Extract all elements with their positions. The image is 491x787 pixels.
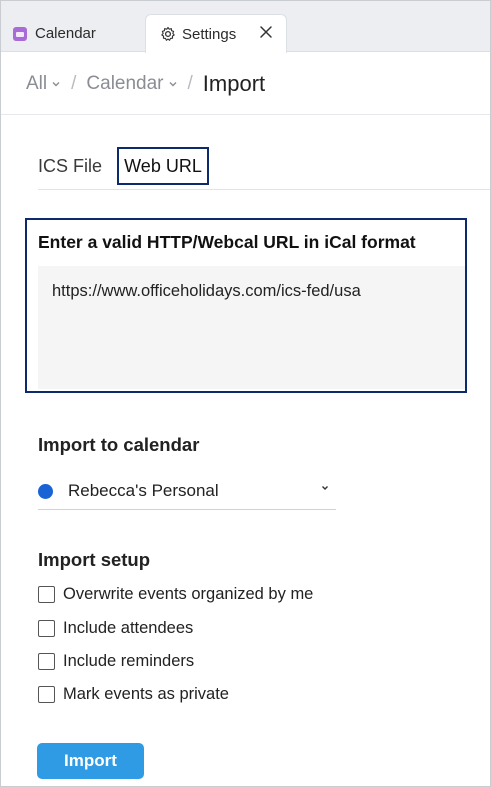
checkbox-label: Include reminders bbox=[63, 651, 195, 670]
divider bbox=[1, 114, 490, 115]
breadcrumb-calendar[interactable]: Calendar bbox=[86, 73, 177, 95]
tab-calendar[interactable]: Calendar bbox=[13, 15, 96, 52]
include-reminders-checkbox[interactable]: Include reminders bbox=[38, 650, 194, 672]
import-setup-title: Import setup bbox=[38, 549, 151, 570]
breadcrumb-all-label: All bbox=[26, 73, 48, 94]
checkbox-label: Include attendees bbox=[63, 618, 194, 637]
calendar-app-icon bbox=[13, 26, 27, 41]
chevron-down-icon bbox=[322, 486, 328, 490]
tab-ics-file[interactable]: ICS File bbox=[38, 147, 102, 185]
tab-settings-label: Settings bbox=[182, 25, 237, 43]
close-icon[interactable] bbox=[258, 24, 274, 40]
checkbox-label: Mark events as private bbox=[63, 684, 229, 703]
url-section: Enter a valid HTTP/Webcal URL in iCal fo… bbox=[25, 218, 467, 393]
checkbox-box[interactable] bbox=[38, 685, 55, 703]
calendar-color-dot bbox=[38, 483, 53, 499]
breadcrumb-calendar-label: Calendar bbox=[86, 73, 164, 94]
calendar-select-value: Rebecca's Personal bbox=[68, 481, 219, 500]
chevron-down-icon bbox=[52, 82, 60, 87]
tab-web-url[interactable]: Web URL bbox=[117, 147, 209, 185]
url-label: Enter a valid HTTP/Webcal URL in iCal fo… bbox=[38, 232, 416, 252]
include-attendees-checkbox[interactable]: Include attendees bbox=[38, 617, 193, 639]
checkbox-box[interactable] bbox=[38, 619, 55, 637]
checkbox-box[interactable] bbox=[38, 652, 55, 670]
chevron-down-icon bbox=[169, 82, 177, 87]
mark-private-checkbox[interactable]: Mark events as private bbox=[38, 683, 229, 705]
page-title: Import bbox=[202, 71, 266, 96]
overwrite-events-checkbox[interactable]: Overwrite events organized by me bbox=[38, 583, 313, 605]
import-to-calendar-title: Import to calendar bbox=[38, 434, 200, 455]
divider bbox=[38, 189, 490, 190]
url-input[interactable]: https://www.officeholidays.com/ics-fed/u… bbox=[38, 266, 465, 389]
tab-calendar-label: Calendar bbox=[35, 25, 96, 42]
checkbox-label: Overwrite events organized by me bbox=[63, 584, 314, 603]
tab-settings[interactable]: Settings bbox=[145, 14, 287, 53]
checkbox-box[interactable] bbox=[38, 585, 55, 603]
tab-strip: Calendar Settings bbox=[1, 1, 490, 53]
gear-icon bbox=[160, 26, 176, 42]
breadcrumb-separator: / bbox=[71, 73, 77, 94]
import-button[interactable]: Import bbox=[37, 743, 144, 779]
settings-window: Calendar Settings All / Calendar / Impor… bbox=[0, 0, 491, 787]
breadcrumb-separator: / bbox=[187, 73, 193, 94]
breadcrumb-all[interactable]: All bbox=[26, 73, 61, 95]
calendar-select[interactable]: Rebecca's Personal bbox=[38, 473, 336, 510]
breadcrumb: All / Calendar / Import bbox=[26, 69, 265, 99]
